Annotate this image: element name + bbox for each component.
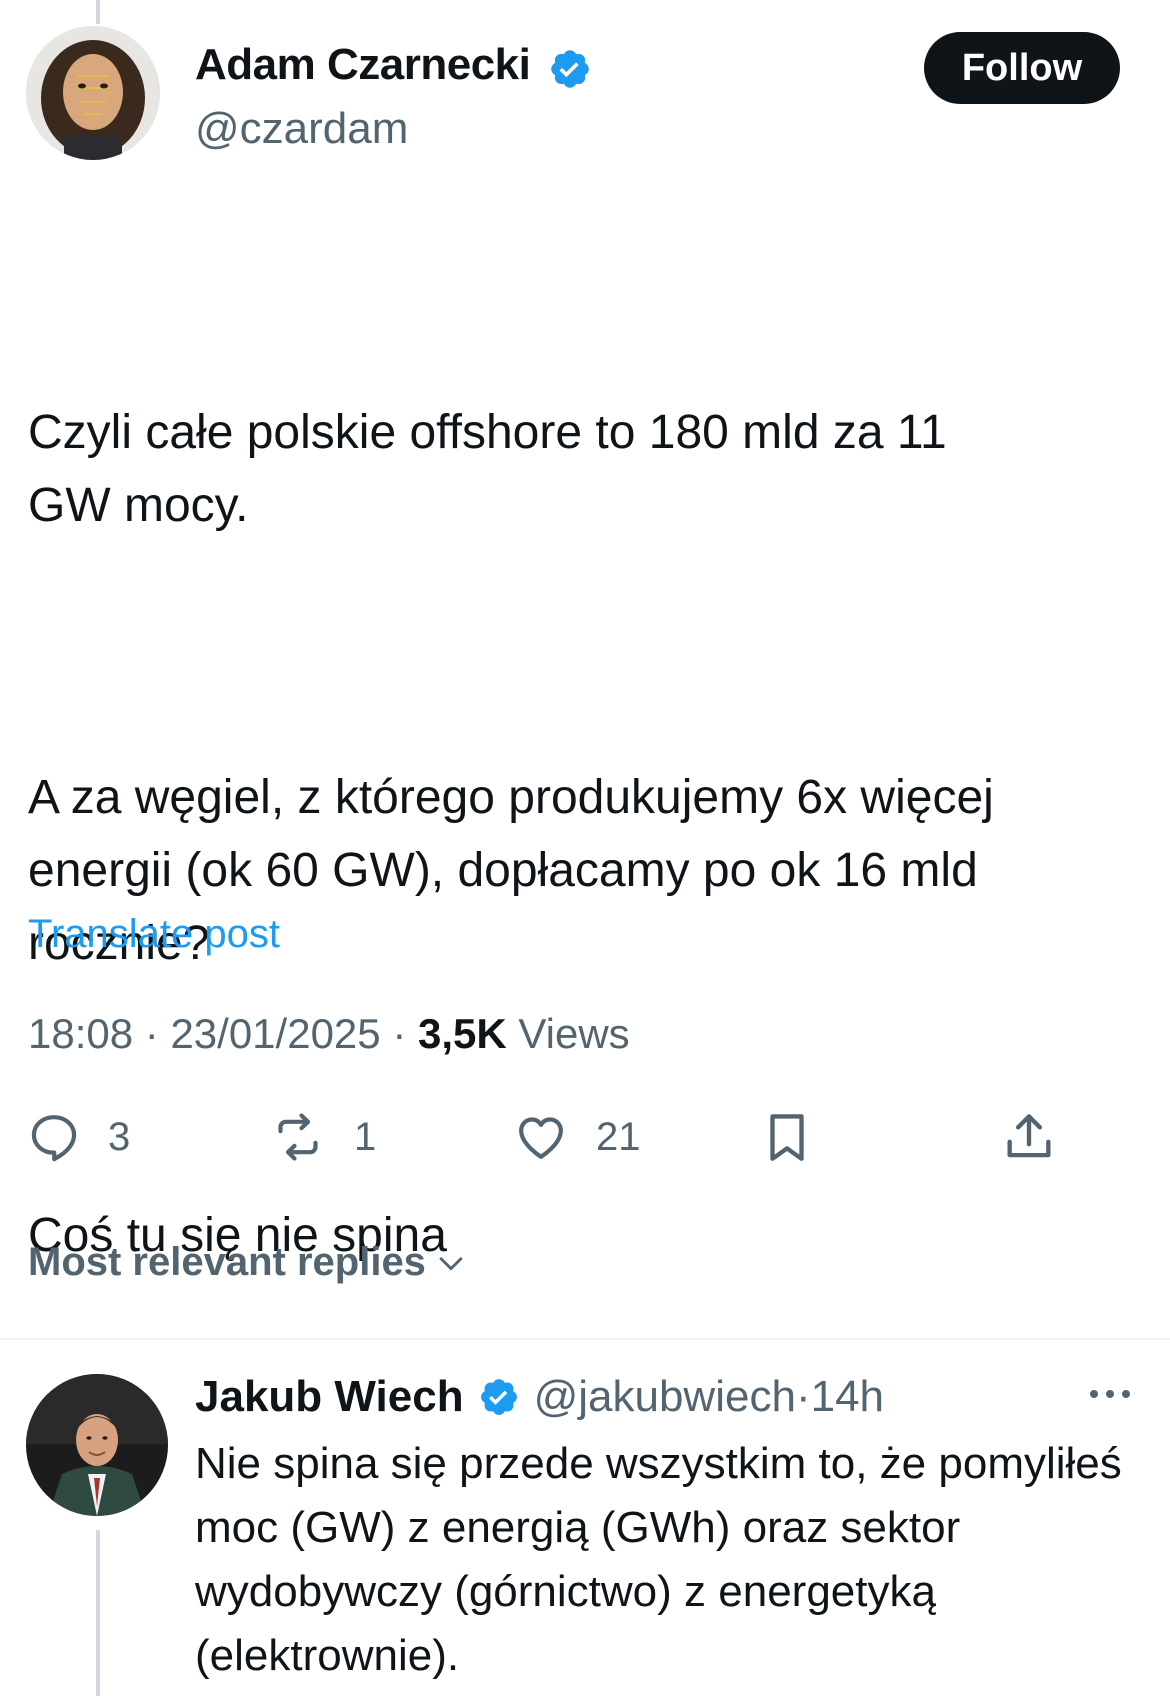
more-icon[interactable] [1086,1384,1134,1404]
action-bar: 3 1 21 [0,1105,1170,1175]
repost-button[interactable]: 1 [268,1109,376,1165]
post-text: Czyli całe polskie offshore to 180 mld z… [28,250,1138,1345]
translate-post-link[interactable]: Translate post [28,912,280,957]
post-date[interactable]: 23/01/2025 [170,1010,380,1057]
views-label: Views [506,1010,630,1057]
meta-separator: · [133,1010,171,1057]
reply-header: Jakub Wiech @jakubwiech · 14h [195,1372,884,1422]
replies-sort-dropdown[interactable]: Most relevant replies [28,1240,468,1285]
thread-line-top [96,0,100,24]
reply-separator: · [795,1372,811,1421]
like-icon [519,1117,563,1159]
follow-button[interactable]: Follow [924,32,1120,104]
replies-sort-label: Most relevant replies [28,1240,426,1284]
repost-icon [278,1113,318,1161]
repost-count: 1 [354,1114,377,1159]
reply-button[interactable]: 3 [26,1109,130,1165]
post-time[interactable]: 18:08 [28,1010,133,1057]
post-paragraph-1: Czyli całe polskie offshore to 180 mld z… [28,406,947,532]
chevron-down-icon [439,1256,463,1270]
reply-text: Nie spina się przede wszystkim to, że po… [195,1439,1122,1680]
thread-line-reply [96,1530,100,1696]
views-count: 3,5K [417,1010,507,1057]
section-divider [0,1338,1170,1340]
reply-author-handle[interactable]: @jakubwiech [534,1372,796,1422]
share-button[interactable] [1000,1107,1058,1167]
reply-author-name[interactable]: Jakub Wiech [195,1372,464,1422]
bookmark-icon [770,1114,804,1161]
author-avatar[interactable] [26,26,160,160]
reply-count: 3 [108,1114,131,1159]
verified-badge-icon [480,1379,517,1415]
share-icon [1007,1114,1051,1158]
bookmark-button[interactable] [758,1107,816,1167]
post-meta: 18:08 · 23/01/2025 · 3,5K Views [28,1010,630,1058]
like-button[interactable]: 21 [512,1109,641,1165]
reply-author-avatar[interactable] [26,1374,168,1516]
author-handle[interactable]: @czardam [195,104,408,154]
like-count: 21 [596,1114,641,1159]
reply-age[interactable]: 14h [811,1372,884,1422]
meta-separator: · [380,1010,418,1057]
verified-badge-icon [551,50,589,88]
reply-icon [31,1115,77,1162]
author-name[interactable]: Adam Czarnecki [195,40,531,90]
